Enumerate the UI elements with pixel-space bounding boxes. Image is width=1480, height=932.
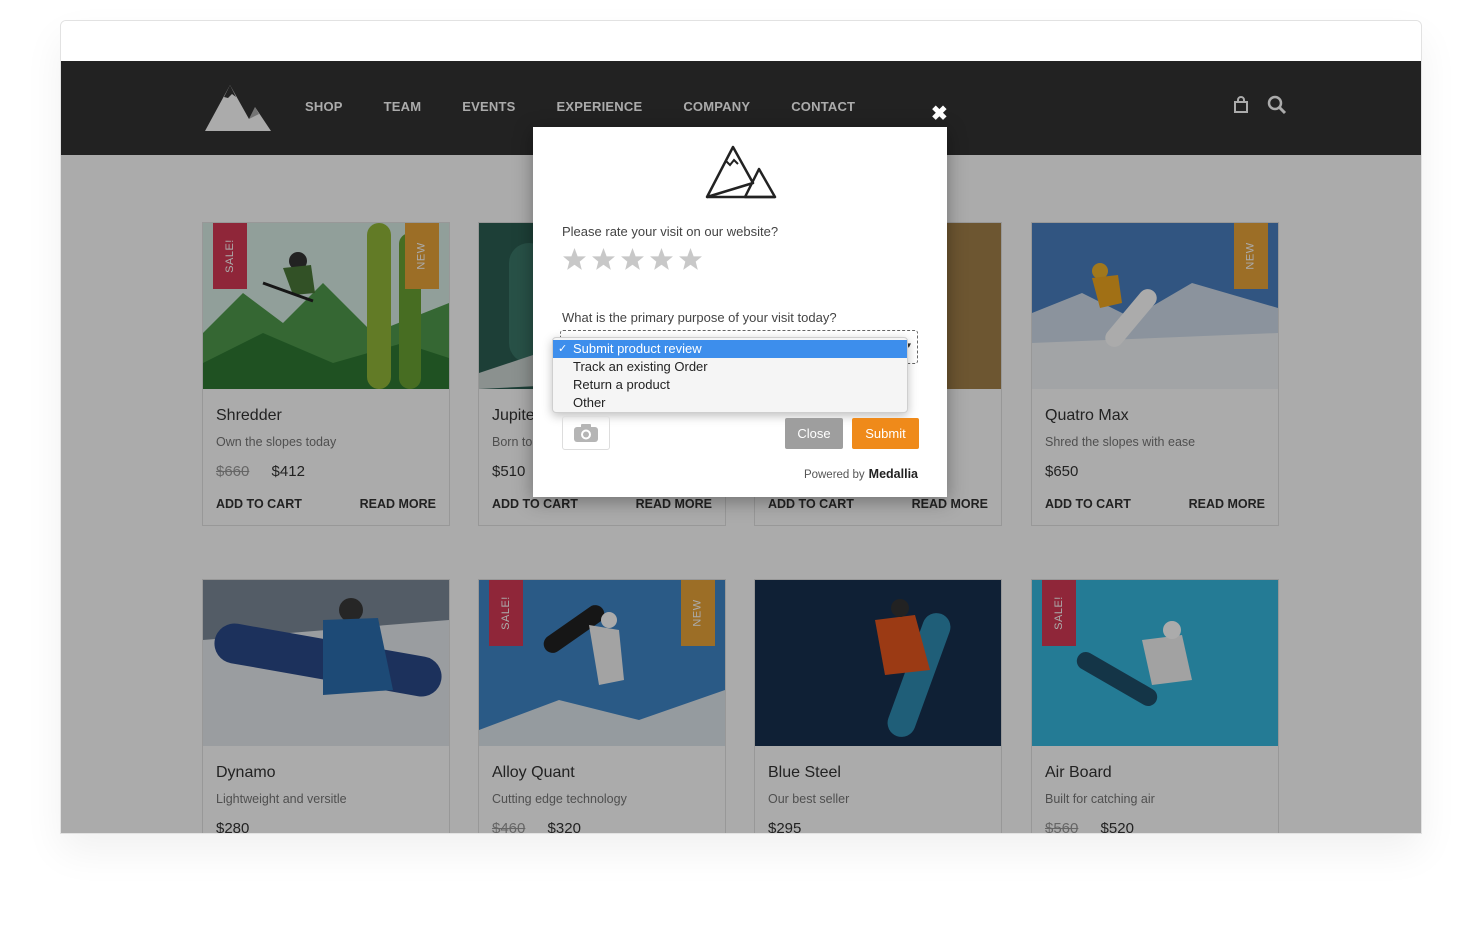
star-icon[interactable]	[562, 247, 587, 272]
close-button[interactable]: Close	[785, 418, 843, 449]
star-icon[interactable]	[591, 247, 616, 272]
star-icon[interactable]	[678, 247, 703, 272]
close-icon[interactable]: ✖	[931, 101, 948, 126]
option-track-order[interactable]: Track an existing Order	[553, 358, 907, 376]
camera-icon	[573, 423, 599, 443]
rating-question: Please rate your visit on our website?	[562, 224, 778, 239]
browser-top-bar	[61, 21, 1421, 61]
medallia-brand[interactable]: Medallia	[869, 467, 918, 481]
star-icon[interactable]	[620, 247, 645, 272]
star-icon[interactable]	[649, 247, 674, 272]
option-return-product[interactable]: Return a product	[553, 376, 907, 394]
option-submit-review[interactable]: ✓ Submit product review	[553, 340, 907, 358]
camera-button[interactable]	[562, 416, 610, 450]
powered-by: Powered byMedallia	[804, 467, 918, 481]
option-other[interactable]: Other	[553, 394, 907, 412]
page-viewport: SHOP TEAM EVENTS EXPERIENCE COMPANY CONT…	[61, 61, 1421, 833]
browser-window: SHOP TEAM EVENTS EXPERIENCE COMPANY CONT…	[60, 20, 1422, 834]
star-rating	[562, 247, 703, 272]
purpose-question: What is the primary purpose of your visi…	[562, 310, 837, 325]
submit-button[interactable]: Submit	[852, 418, 919, 449]
purpose-dropdown-list: ✓ Submit product review Track an existin…	[552, 337, 908, 413]
feedback-modal: Please rate your visit on our website? W…	[533, 127, 947, 497]
check-icon: ✓	[558, 340, 567, 358]
mountain-logo-icon	[705, 143, 777, 199]
